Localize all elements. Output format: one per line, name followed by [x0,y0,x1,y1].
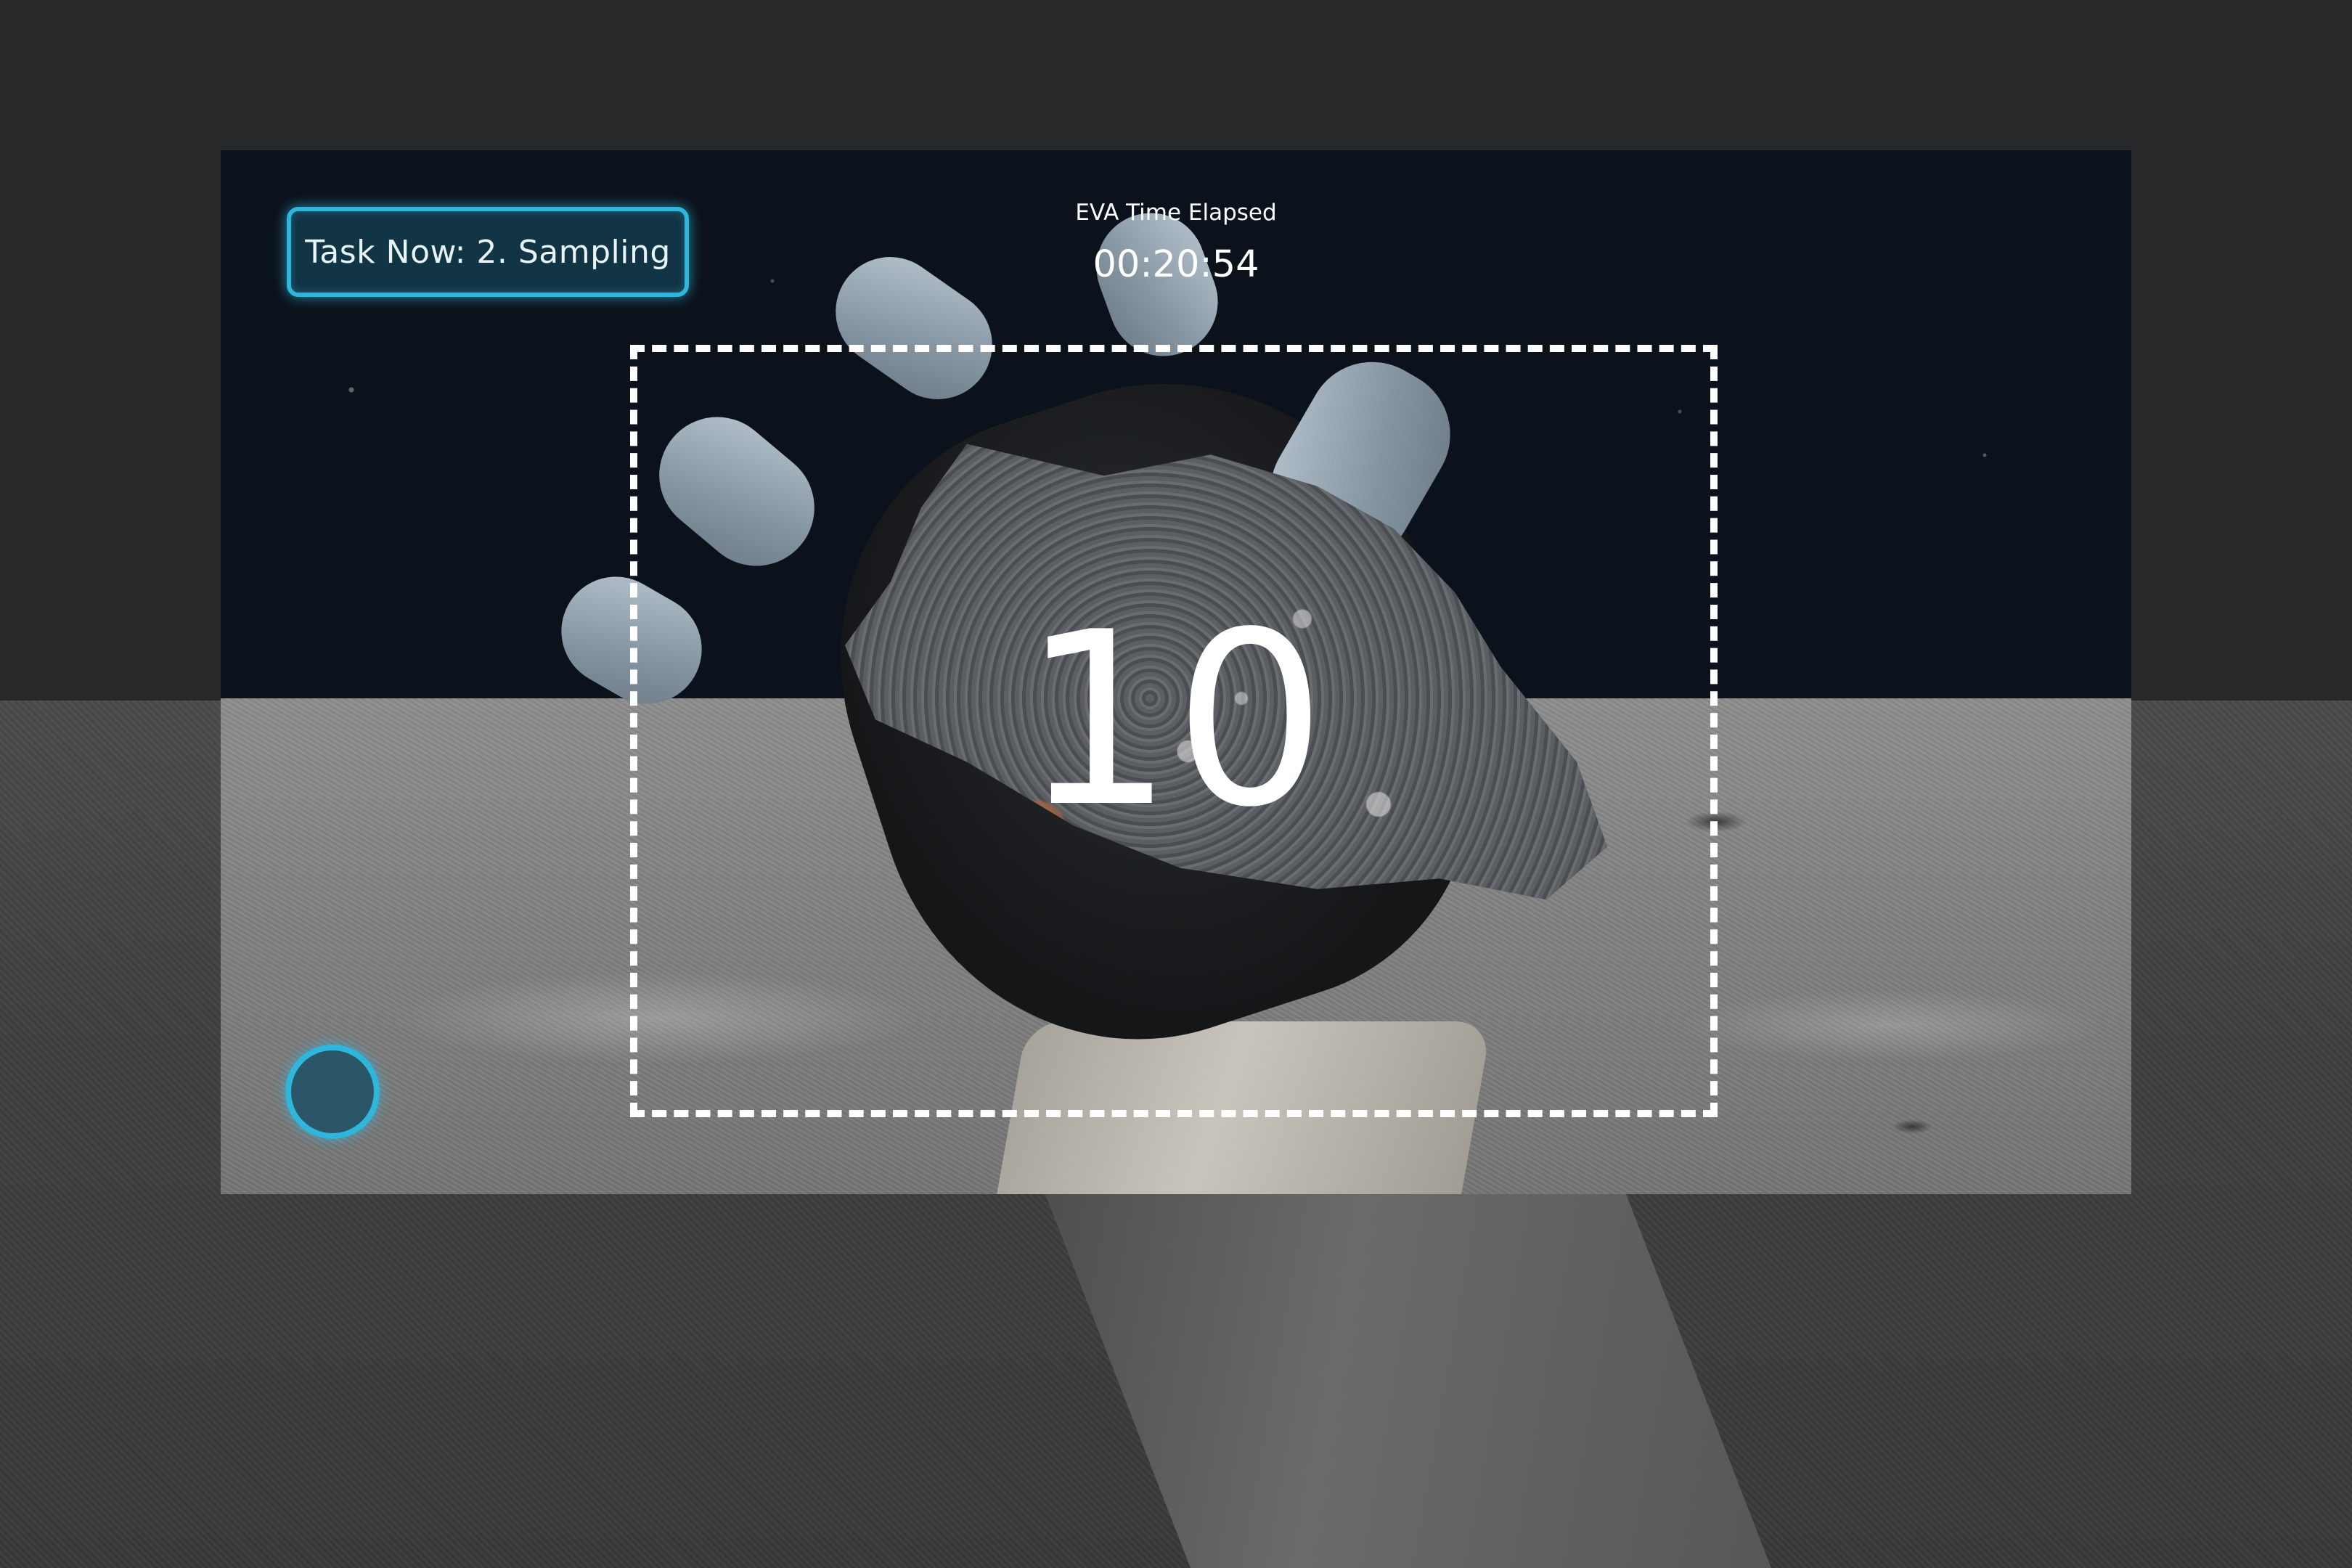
eva-timer-value: 00:20:54 [1093,243,1259,286]
eva-timer-title: EVA Time Elapsed [1075,200,1277,226]
hud-viewport: Task Now: 2. Sampling EVA Time Elapsed 0… [221,150,2131,1194]
scan-countdown: 10 [1021,581,1326,859]
record-circle-icon[interactable] [285,1045,380,1139]
screen: Task Now: 2. Sampling EVA Time Elapsed 0… [0,0,2352,1568]
